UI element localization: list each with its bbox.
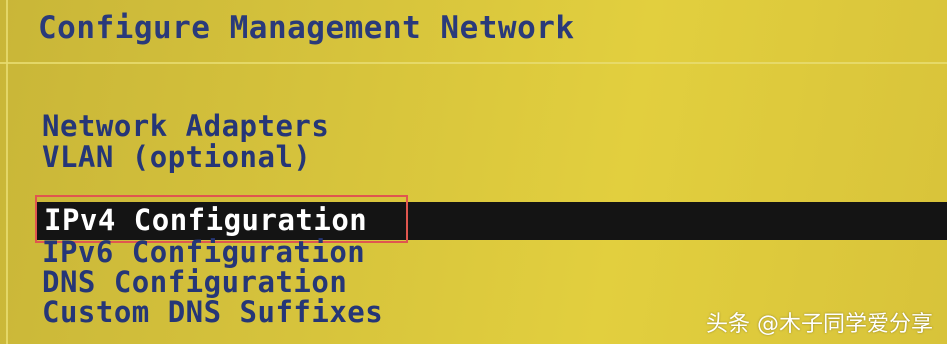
menu-item-ipv4-configuration[interactable]: IPv4 Configuration xyxy=(44,204,367,236)
dcui-screen: Configure Management Network Network Ada… xyxy=(0,0,947,344)
page-title: Configure Management Network xyxy=(38,10,575,46)
top-border-line xyxy=(0,62,947,64)
menu-item-ipv6-configuration[interactable]: IPv6 Configuration xyxy=(42,236,365,268)
left-border-line xyxy=(6,0,8,344)
menu-item-network-adapters[interactable]: Network Adapters xyxy=(42,110,329,142)
menu-item-vlan[interactable]: VLAN (optional) xyxy=(42,141,311,173)
menu-item-custom-dns-suffixes[interactable]: Custom DNS Suffixes xyxy=(42,296,383,328)
menu-item-dns-configuration[interactable]: DNS Configuration xyxy=(42,266,347,298)
watermark-text: 头条 @木子同学爱分享 xyxy=(706,312,933,337)
